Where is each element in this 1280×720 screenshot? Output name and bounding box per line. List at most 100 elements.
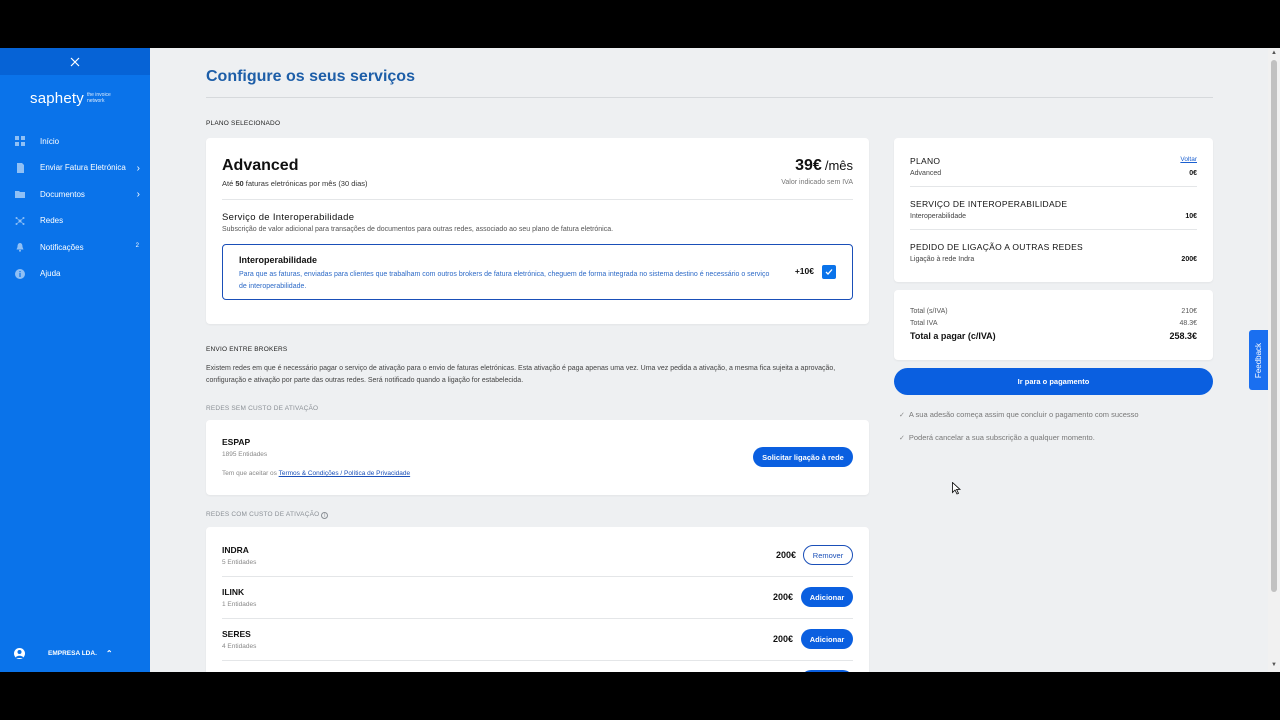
free-network-card: ESPAP 1895 Entidades Tem que aceitar os … — [206, 420, 869, 495]
plan-section-label: PLANO SELECIONADO — [206, 120, 281, 127]
order-summary-card: PLANO Voltar Advanced 0€ SERVIÇO DE INTE… — [894, 138, 1213, 282]
plan-limit-prefix: Até — [222, 179, 236, 188]
back-link[interactable]: Voltar — [1180, 156, 1197, 163]
sidebar-item-notificacoes[interactable]: Notificações 2 — [0, 234, 150, 261]
summary-plan-name: Advanced — [910, 170, 942, 177]
chevron-right-icon: › — [136, 162, 140, 174]
network-name: INDRA — [222, 545, 249, 555]
service-title: Serviço de Interoperabilidade — [222, 212, 355, 223]
plan-limit: Até 50 faturas eletrónicas por mês (30 d… — [222, 179, 368, 188]
summary-interop-name: Interoperabilidade — [910, 213, 967, 220]
info-icon[interactable]: i — [321, 512, 329, 519]
plan-price-value: 39€ — [795, 157, 822, 174]
summary-plan-value: 0€ — [1189, 170, 1197, 177]
logo-text: saphety — [30, 90, 84, 107]
interoperability-title: Interoperabilidade — [239, 255, 318, 265]
feedback-label: Feedback — [1254, 342, 1264, 378]
plan-limit-count: 50 — [235, 179, 244, 188]
note-item: ✓ Poderá cancelar a sua subscrição a qual… — [899, 433, 1095, 442]
divider — [910, 186, 1197, 187]
plan-card: Advanced Até 50 faturas eletrónicas por … — [206, 138, 869, 324]
list-item: INDRA 5 Entidades 200€ Remover — [206, 527, 869, 569]
check-icon: ✓ — [899, 412, 905, 419]
avatar — [14, 648, 25, 659]
service-description: Subscrição de valor adicional para trans… — [222, 226, 614, 233]
feedback-tab[interactable]: Feedback — [1249, 330, 1269, 390]
sidebar-item-label: Notificações — [40, 242, 84, 252]
sidebar-item-label: Ajuda — [40, 269, 61, 279]
scroll-down-icon[interactable]: ▼ — [1271, 662, 1277, 668]
scroll-up-icon[interactable]: ▲ — [1271, 50, 1277, 56]
vat-label: Total IVA — [910, 320, 938, 327]
document-icon — [15, 162, 25, 173]
network-entities: 4 Entidades — [222, 643, 257, 650]
paid-networks-label: REDES COM CUSTO DE ATIVAÇÃO i — [206, 511, 329, 519]
divider — [910, 229, 1197, 230]
interoperability-price: +10€ — [794, 266, 814, 276]
info-icon — [15, 268, 25, 279]
plan-limit-suffix: faturas eletrónicas por mês (30 dias) — [243, 179, 368, 188]
network-entities: 5 Entidades — [222, 559, 257, 566]
note-item: ✓ A sua adesão começa assim que concluir … — [899, 410, 1139, 419]
interoperability-checkbox[interactable] — [822, 265, 836, 279]
add-network-button[interactable]: Adicionar — [801, 587, 853, 607]
scroll-thumb[interactable] — [1271, 60, 1277, 592]
close-sidebar-button[interactable] — [0, 48, 150, 75]
network-icon — [15, 216, 25, 226]
plan-name: Advanced — [222, 157, 299, 174]
summary-link-heading: PEDIDO DE LIGAÇÃO A OUTRAS REDES — [910, 242, 1084, 252]
terms-prefix: Tem que aceitar os — [222, 470, 279, 477]
brokers-section-label: ENVIO ENTRE BROKERS — [206, 346, 288, 353]
sidebar-item-label: Enviar Fatura Eletrónica — [40, 163, 126, 173]
remove-network-button[interactable]: Remover — [803, 545, 853, 565]
logo: saphety the invoice network — [30, 90, 123, 107]
mouse-cursor-icon — [952, 482, 961, 495]
list-item: ILINK 1 Entidades 200€ Adicionar — [206, 569, 869, 611]
add-network-button-partial[interactable] — [801, 670, 853, 672]
vat-value: 48.3€ — [1179, 320, 1197, 327]
sidebar-item-inicio[interactable]: Início — [0, 128, 150, 155]
plan-price-period: /mês — [824, 158, 853, 173]
summary-link-name: Ligação à rede Indra — [910, 256, 975, 263]
app-viewport: saphety the invoice network Início Envia… — [0, 48, 1280, 672]
request-connection-button[interactable]: Solicitar ligação à rede — [753, 447, 853, 467]
sidebar-item-redes[interactable]: Redes — [0, 208, 150, 235]
summary-interop-heading: SERVIÇO DE INTEROPERABILIDADE — [910, 199, 1068, 209]
scrollbar[interactable]: ▲ ▼ — [1268, 48, 1280, 672]
user-menu[interactable]: EMPRESA LDA. ⌃ — [14, 648, 113, 659]
add-network-button[interactable]: Adicionar — [801, 629, 853, 649]
sidebar-item-label: Início — [40, 136, 60, 146]
sidebar-item-ajuda[interactable]: Ajuda — [0, 261, 150, 288]
network-price: 200€ — [775, 550, 796, 560]
network-entities: 1895 Entidades — [222, 451, 268, 458]
plan-price: 39€/mês — [795, 157, 853, 175]
sidebar-nav: Início Enviar Fatura Eletrónica › Docume… — [0, 128, 150, 287]
network-price: 200€ — [772, 592, 793, 602]
total-value: 258.3€ — [1169, 331, 1197, 341]
interoperability-option[interactable]: Interoperabilidade Para que as faturas, … — [222, 244, 853, 300]
network-name: ESPAP — [222, 437, 251, 447]
sidebar-item-documentos[interactable]: Documentos › — [0, 181, 150, 208]
summary-plan-heading: PLANO — [910, 156, 941, 166]
totals-card: Total (s/IVA) 210€ Total IVA 48.3€ Total… — [894, 290, 1213, 360]
vat-note: Valor indicado sem IVA — [781, 179, 853, 186]
network-entities: 1 Entidades — [222, 601, 257, 608]
chevron-up-icon: ⌃ — [105, 649, 113, 658]
user-name: EMPRESA LDA. — [48, 650, 97, 657]
sidebar: saphety the invoice network Início Envia… — [0, 48, 150, 672]
close-icon — [70, 57, 80, 66]
sidebar-item-enviar-fatura[interactable]: Enviar Fatura Eletrónica › — [0, 155, 150, 182]
logo-tagline: the invoice network — [86, 92, 111, 104]
folder-icon — [15, 189, 25, 199]
bell-icon — [15, 242, 25, 253]
summary-link-value: 200€ — [1181, 256, 1197, 263]
terms-link[interactable]: Termos & Condições / Política de Privaci… — [279, 470, 411, 477]
network-price: 200€ — [772, 634, 793, 644]
summary-interop-value: 10€ — [1185, 213, 1197, 220]
sidebar-item-label: Redes — [40, 216, 64, 226]
go-to-payment-button[interactable]: Ir para o pagamento — [894, 368, 1213, 395]
network-name: ILINK — [222, 587, 245, 597]
check-icon — [825, 269, 833, 275]
total-label: Total a pagar (c/IVA) — [910, 331, 996, 341]
chevron-right-icon: › — [136, 189, 140, 200]
